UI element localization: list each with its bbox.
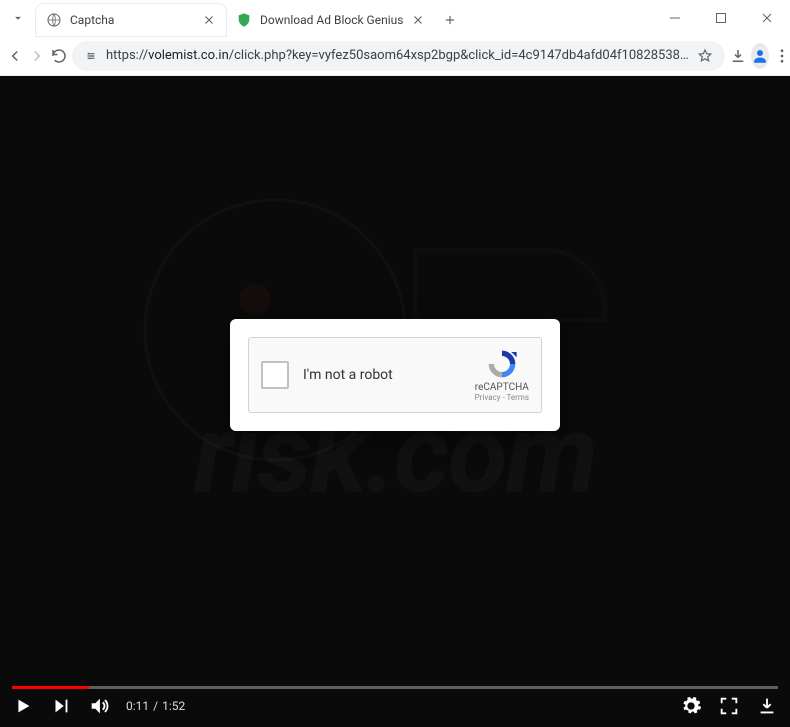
recaptcha-terms-link[interactable]: Terms	[507, 393, 529, 402]
menu-button[interactable]	[773, 40, 790, 72]
close-icon[interactable]	[202, 13, 216, 27]
settings-button[interactable]	[680, 695, 702, 717]
shield-icon	[236, 12, 252, 28]
tab-adblock[interactable]: Download Ad Block Genius	[226, 4, 435, 36]
tab-search-button[interactable]	[0, 0, 36, 36]
titlebar: Captcha Download Ad Block Genius	[0, 0, 790, 36]
recaptcha-icon	[486, 348, 518, 380]
tab-captcha[interactable]: Captcha	[36, 4, 226, 36]
window-controls	[652, 0, 790, 36]
recaptcha-label: I'm not a robot	[303, 367, 461, 383]
volume-button[interactable]	[88, 695, 110, 717]
site-settings-icon[interactable]	[84, 49, 98, 63]
recaptcha-widget: I'm not a robot reCAPTCHA Privacy - Term…	[248, 337, 542, 413]
profile-button[interactable]	[751, 43, 769, 69]
recaptcha-privacy-link[interactable]: Privacy	[475, 393, 501, 402]
page-content: risk.com I'm not a robot reCAPTCHA Priva…	[0, 76, 790, 727]
maximize-button[interactable]	[698, 0, 744, 36]
recaptcha-brand: reCAPTCHA Privacy - Terms	[475, 348, 529, 402]
star-icon[interactable]	[697, 48, 713, 64]
reload-button[interactable]	[50, 40, 68, 72]
next-button[interactable]	[50, 695, 72, 717]
globe-icon	[46, 12, 62, 28]
toolbar: https://volemist.co.in/click.php?key=vyf…	[0, 36, 790, 76]
captcha-dialog: I'm not a robot reCAPTCHA Privacy - Term…	[230, 319, 560, 431]
fullscreen-button[interactable]	[718, 695, 740, 717]
video-controls: 0:11 / 1:52	[0, 685, 790, 727]
forward-button[interactable]	[28, 40, 46, 72]
back-button[interactable]	[6, 40, 24, 72]
url-text: https://volemist.co.in/click.php?key=vyf…	[106, 48, 689, 63]
minimize-button[interactable]	[652, 0, 698, 36]
tab-title: Captcha	[70, 13, 194, 27]
downloads-button[interactable]	[729, 40, 747, 72]
tab-title: Download Ad Block Genius	[260, 13, 403, 27]
play-button[interactable]	[12, 695, 34, 717]
close-window-button[interactable]	[744, 0, 790, 36]
download-button[interactable]	[756, 695, 778, 717]
address-bar[interactable]: https://volemist.co.in/click.php?key=vyf…	[72, 41, 725, 71]
recaptcha-checkbox[interactable]	[261, 361, 289, 389]
video-time: 0:11 / 1:52	[126, 699, 185, 713]
new-tab-button[interactable]	[435, 4, 465, 36]
close-icon[interactable]	[411, 13, 425, 27]
